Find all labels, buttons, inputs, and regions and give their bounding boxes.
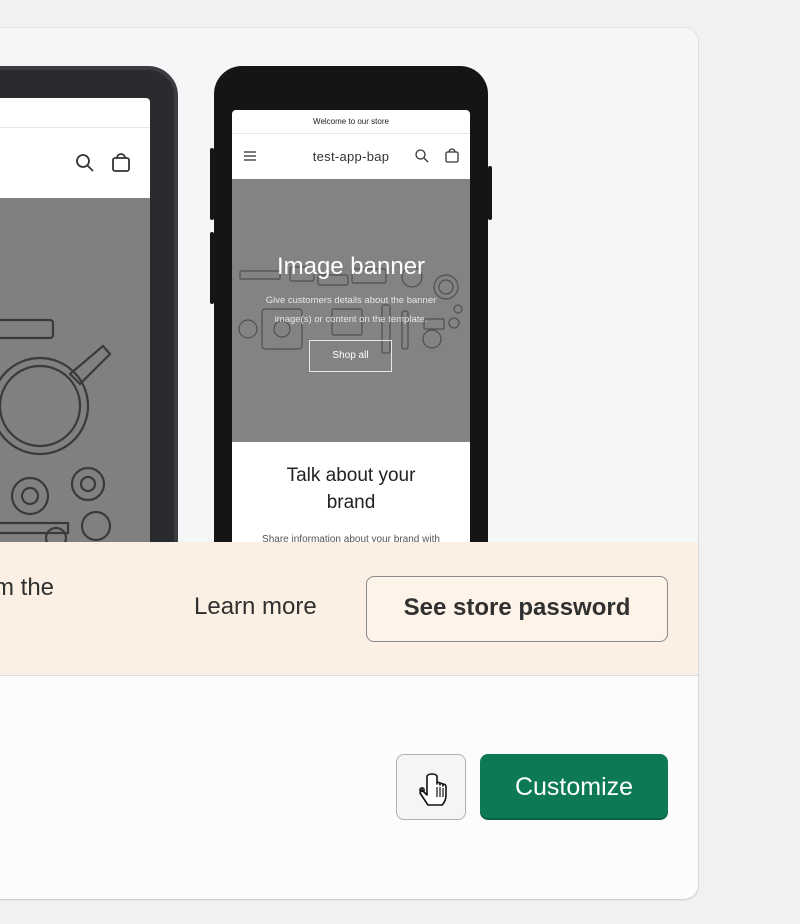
customize-button[interactable]: Customize xyxy=(480,754,668,820)
cart-icon xyxy=(444,148,460,164)
more-actions-button[interactable] xyxy=(396,754,466,820)
tablet-image-banner xyxy=(0,198,150,542)
search-icon xyxy=(414,148,430,164)
banner-illustration xyxy=(0,318,112,542)
announcement-bar: Welcome to our store xyxy=(232,110,470,134)
phone-header: test-app-bap xyxy=(232,134,470,179)
tablet-announcement-bar xyxy=(0,98,150,128)
banner-description: Give customers details about the banner … xyxy=(265,295,437,325)
search-icon xyxy=(74,152,96,174)
brand-section-text: Share information about your brand with xyxy=(262,534,440,542)
phone-side-button xyxy=(210,232,214,304)
brand-section-title: Talk about your brand xyxy=(232,462,470,516)
hand-pointer-icon xyxy=(419,773,447,806)
password-notice-banner: m the Learn more See store password xyxy=(0,542,698,676)
store-name: test-app-bap xyxy=(312,149,390,164)
online-store-card: Welcome to our store test-app-bap Image … xyxy=(0,28,698,899)
tablet-screen xyxy=(0,98,150,542)
image-banner: Image banner Give customers details abou… xyxy=(232,179,470,442)
learn-more-link[interactable]: Learn more xyxy=(194,593,317,621)
tablet-header xyxy=(0,128,150,198)
brand-title-line: brand xyxy=(326,492,376,513)
shop-all-button: Shop all xyxy=(309,340,392,372)
theme-preview: Welcome to our store test-app-bap Image … xyxy=(0,28,698,542)
tablet-preview xyxy=(0,66,178,542)
phone-side-button xyxy=(488,166,492,220)
notice-text: m the xyxy=(0,574,55,601)
phone-preview: Welcome to our store test-app-bap Image … xyxy=(210,66,492,542)
see-store-password-button[interactable]: See store password xyxy=(366,576,668,642)
phone-side-button xyxy=(210,148,214,220)
brand-title-line: Talk about your xyxy=(286,465,416,486)
banner-title: Image banner xyxy=(276,253,426,280)
cart-icon xyxy=(110,152,132,174)
phone-screen: Welcome to our store test-app-bap Image … xyxy=(232,110,470,542)
